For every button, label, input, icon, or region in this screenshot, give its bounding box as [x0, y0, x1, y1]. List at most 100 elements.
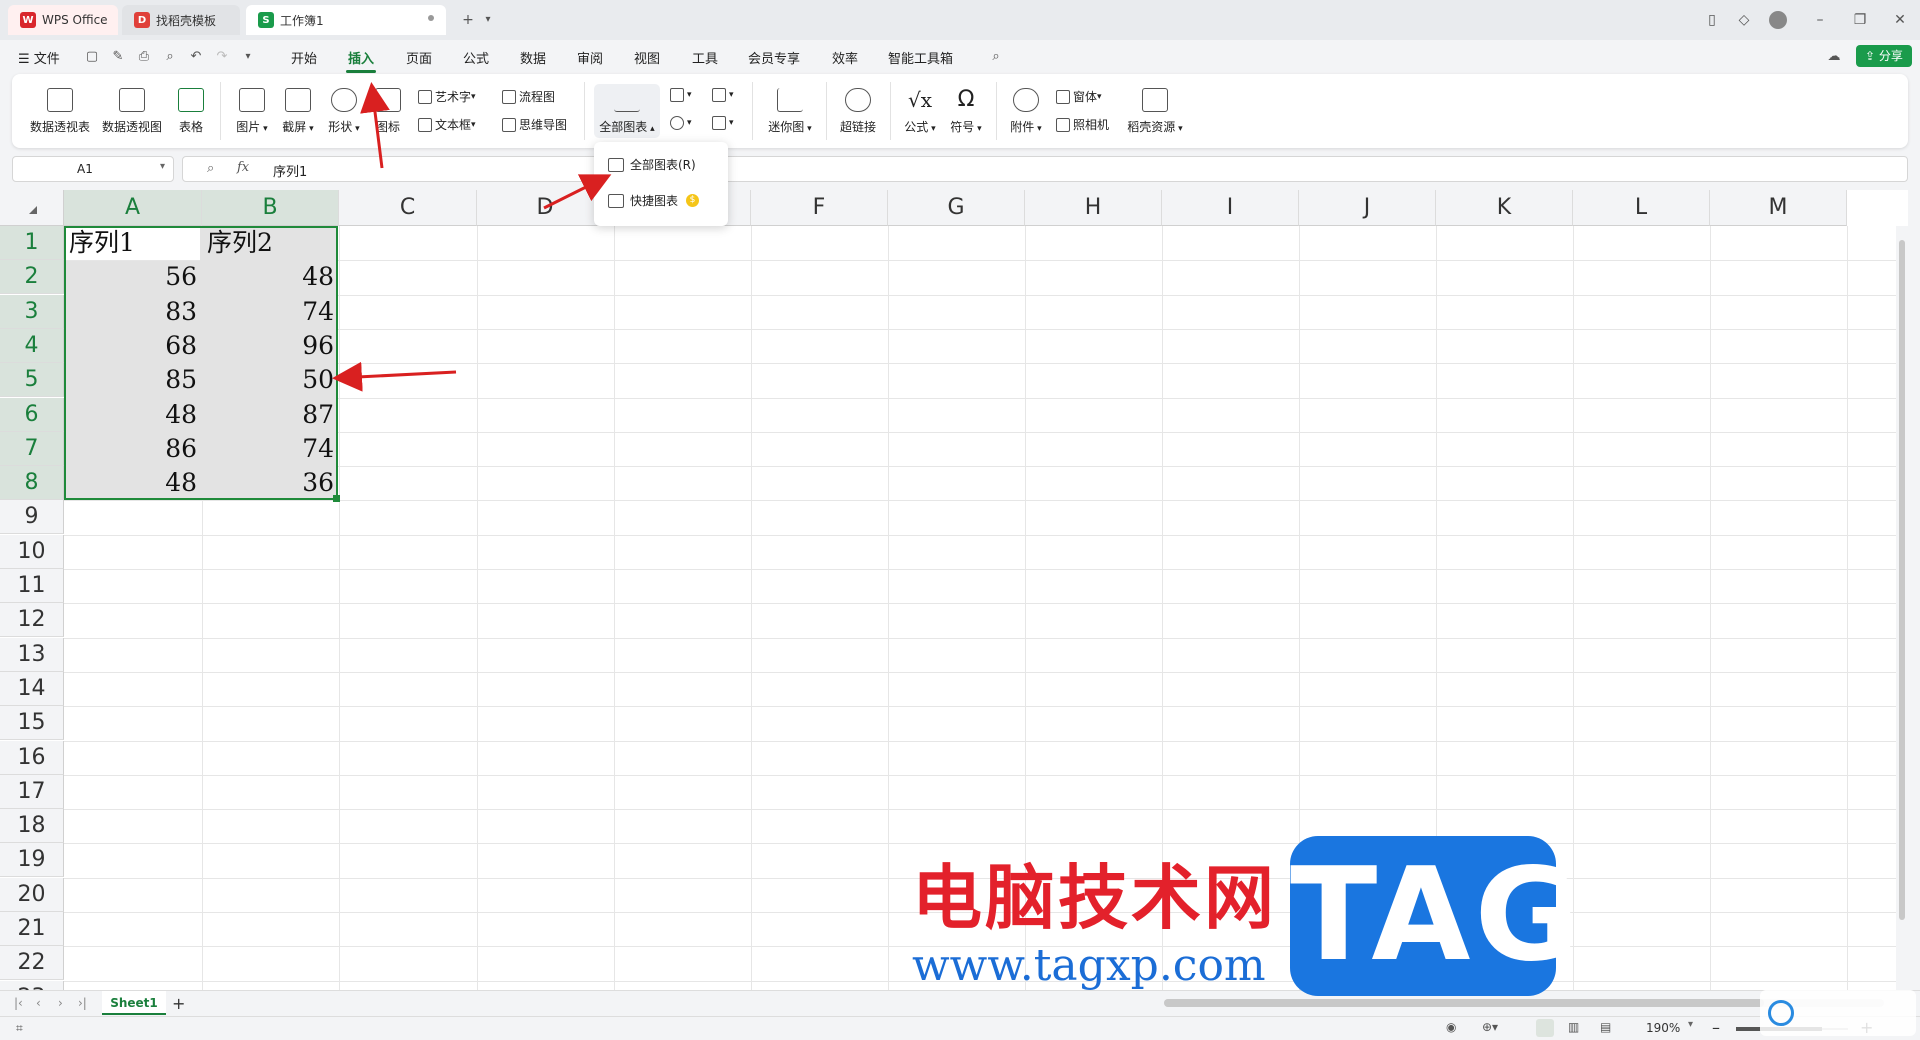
quick-chart-menu-item[interactable]: 快捷图表 $ — [608, 192, 700, 209]
formula-button[interactable]: √x 公式 ▾ — [900, 88, 940, 135]
attachment-button[interactable]: 附件 ▾ — [1006, 88, 1046, 135]
row-header-21[interactable]: 21 — [0, 912, 64, 946]
camera-button[interactable]: 照相机 — [1056, 116, 1109, 133]
sheet-tab-sheet1[interactable]: Sheet1 — [102, 991, 166, 1015]
row-header-17[interactable]: 17 — [0, 774, 64, 809]
undo-icon[interactable]: ↶ — [188, 49, 204, 65]
fill-handle[interactable] — [333, 495, 340, 502]
column-header-k[interactable]: K — [1436, 190, 1573, 226]
quick-access-chevron-icon[interactable]: ▾ — [240, 49, 256, 65]
formula-bar[interactable]: ⌕ fx 序列1 — [182, 156, 1908, 182]
eye-icon[interactable]: ◉ — [1446, 1020, 1456, 1034]
flowchart-button[interactable]: 流程图 — [502, 88, 555, 105]
row-header-23[interactable]: 23 — [0, 980, 64, 990]
zoom-chevron-icon[interactable]: ▾ — [1688, 1019, 1693, 1030]
row-header-11[interactable]: 11 — [0, 569, 64, 603]
first-sheet-icon[interactable]: |‹ — [14, 996, 23, 1010]
scatter-chart-button[interactable]: ▾ — [712, 116, 734, 130]
menu-review[interactable]: 审阅 — [577, 48, 603, 67]
picture-button[interactable]: 图片 ▾ — [232, 88, 272, 135]
row-header-3[interactable]: 3 — [0, 294, 64, 329]
row-header-19[interactable]: 19 — [0, 843, 64, 878]
cube-icon[interactable]: ◇ — [1734, 10, 1754, 30]
next-sheet-icon[interactable]: › — [58, 996, 63, 1010]
screenshot-button[interactable]: 截屏 ▾ — [278, 88, 318, 135]
column-header-h[interactable]: H — [1025, 190, 1162, 226]
row-header-13[interactable]: 13 — [0, 637, 64, 672]
fx-icon[interactable]: fx — [237, 160, 249, 175]
menu-data[interactable]: 数据 — [520, 48, 546, 67]
menu-tools[interactable]: 工具 — [692, 48, 718, 67]
row-header-2[interactable]: 2 — [0, 260, 64, 295]
row-header-6[interactable]: 6 — [0, 397, 64, 432]
shape-button[interactable]: 形状 ▾ — [324, 88, 364, 135]
menu-view[interactable]: 视图 — [634, 48, 660, 67]
name-box[interactable]: A1 ▾ — [12, 156, 174, 182]
all-charts-button[interactable]: 全部图表 ▴ — [596, 88, 658, 135]
page-layout-view-icon[interactable]: ▥ — [1568, 1020, 1579, 1034]
name-box-chevron-icon[interactable]: ▾ — [160, 161, 165, 172]
cloud-icon[interactable]: ☁ — [1826, 49, 1842, 65]
vertical-scroll-thumb[interactable] — [1899, 240, 1905, 920]
prev-sheet-icon[interactable]: ‹ — [36, 996, 41, 1010]
row-header-9[interactable]: 9 — [0, 500, 64, 535]
save-icon[interactable]: ▢ — [84, 49, 100, 65]
menu-home[interactable]: 开始 — [291, 48, 317, 67]
minimize-icon[interactable]: – — [1810, 10, 1830, 30]
menu-formula[interactable]: 公式 — [463, 48, 489, 67]
column-header-f[interactable]: F — [751, 190, 888, 226]
zoom-search-icon[interactable]: ⌕ — [207, 161, 214, 176]
row-header-20[interactable]: 20 — [0, 877, 64, 912]
row-header-15[interactable]: 15 — [0, 706, 64, 741]
page-break-view-icon[interactable]: ▤ — [1600, 1020, 1611, 1034]
all-charts-menu-item[interactable]: 全部图表(R) — [608, 156, 696, 173]
menu-member[interactable]: 会员专享 — [748, 48, 800, 67]
menu-page[interactable]: 页面 — [406, 48, 432, 67]
row-header-10[interactable]: 10 — [0, 534, 64, 569]
wordart-button[interactable]: 艺术字 ▾ — [418, 88, 476, 105]
tab-workbook1[interactable]: S 工作簿1 — [246, 5, 446, 35]
column-chart-button[interactable]: ▾ — [670, 88, 692, 102]
zoom-out-icon[interactable]: – — [1712, 1018, 1720, 1037]
pivot-table-button[interactable]: 数据透视表 — [28, 88, 92, 135]
print-preview-icon[interactable]: ⌕ — [162, 49, 178, 65]
select-all-corner[interactable] — [0, 190, 64, 226]
docer-resources-button[interactable]: 稻壳资源 ▾ — [1124, 88, 1186, 135]
column-header-m[interactable]: M — [1710, 190, 1847, 226]
horizontal-scroll-thumb[interactable] — [1164, 999, 1764, 1007]
menu-smart-toolbox[interactable]: 智能工具箱 — [888, 48, 953, 67]
vertical-scrollbar[interactable] — [1896, 226, 1908, 990]
row-header-8[interactable]: 8 — [0, 466, 64, 501]
row-header-1[interactable]: 1 — [0, 226, 64, 260]
redo-icon[interactable]: ↷ — [214, 49, 230, 65]
new-tab-plus-icon[interactable]: + — [458, 10, 478, 30]
column-header-b[interactable]: B — [202, 190, 339, 226]
row-header-16[interactable]: 16 — [0, 740, 64, 775]
pie-chart-button[interactable]: ▾ — [670, 116, 692, 130]
row-header-5[interactable]: 5 — [0, 363, 64, 398]
tab-docer-templates[interactable]: D 找稻壳模板 — [122, 5, 240, 35]
menu-insert[interactable]: 插入 — [345, 48, 377, 73]
symbol-button[interactable]: Ω 符号 ▾ — [946, 88, 986, 135]
form-button[interactable]: 窗体 ▾ — [1056, 88, 1102, 105]
row-header-18[interactable]: 18 — [0, 809, 64, 844]
row-header-14[interactable]: 14 — [0, 671, 64, 706]
mindmap-button[interactable]: 思维导图 — [502, 116, 567, 133]
row-header-22[interactable]: 22 — [0, 946, 64, 981]
tab-list-chevron-icon[interactable]: ▾ — [478, 10, 498, 30]
textbox-button[interactable]: 文本框 ▾ — [418, 116, 476, 133]
table-button[interactable]: 表格 — [176, 88, 206, 135]
last-sheet-icon[interactable]: ›| — [78, 996, 87, 1010]
close-icon[interactable]: ✕ — [1890, 10, 1910, 30]
zoom-level[interactable]: 190% — [1646, 1021, 1680, 1035]
pivot-chart-button[interactable]: 数据透视图 — [100, 88, 164, 135]
column-header-l[interactable]: L — [1573, 190, 1710, 226]
icon-button[interactable]: 图标 — [372, 88, 404, 135]
print-icon[interactable]: ⎙ — [136, 49, 152, 65]
column-header-a[interactable]: A — [64, 190, 202, 226]
column-header-c[interactable]: C — [339, 190, 477, 226]
file-menu[interactable]: ☰ 文件 — [18, 48, 60, 67]
hyperlink-button[interactable]: 超链接 — [836, 88, 880, 135]
maximize-icon[interactable]: ❐ — [1850, 10, 1870, 30]
layout-icon[interactable]: ▯ — [1702, 10, 1722, 30]
